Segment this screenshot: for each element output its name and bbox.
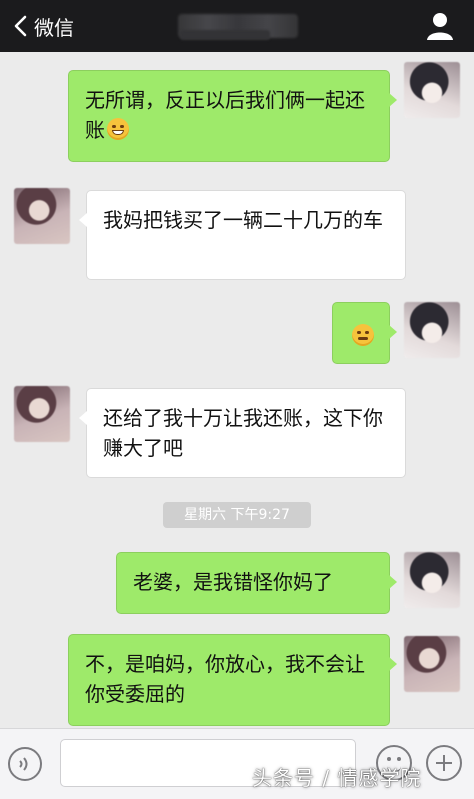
profile-icon [427,13,453,40]
message-text: 还给了我十万让我还账，这下你赚大了吧 [103,406,383,460]
angry-emoji-icon [352,324,374,346]
watermark: 头条号 / 情感学院 [252,766,422,790]
message-bubble[interactable]: 我妈把钱买了一辆二十几万的车 [79,190,406,280]
my-avatar[interactable] [404,302,460,358]
back-chevron-icon [14,15,27,37]
grin-emoji-icon [107,118,129,140]
voice-button[interactable] [8,747,42,781]
message-text: 我妈把钱买了一辆二十几万的车 [103,208,383,232]
my-avatar[interactable] [404,636,460,692]
back-button[interactable]: 微信 [12,8,74,44]
message-text: 不，是咱妈，你放心，我不会让你受委屈的 [85,652,365,706]
chat-subtitle-redacted [180,30,270,40]
message-bubble[interactable]: 还给了我十万让我还账，这下你赚大了吧 [79,388,406,478]
voice-icon [19,757,28,771]
message-bubble[interactable] [332,302,397,364]
message-bubble[interactable]: 无所谓，反正以后我们俩一起还账 [68,70,397,162]
my-avatar[interactable] [404,552,460,608]
chat-area[interactable]: 无所谓，反正以后我们俩一起还账 我妈把钱买了一辆二十几万的车 还给了我十万让我还… [0,52,474,728]
message-bubble[interactable]: 不，是咱妈，你放心，我不会让你受委屈的 [68,634,397,726]
message-bubble[interactable]: 老婆，是我错怪你妈了 [116,552,397,614]
back-label: 微信 [34,15,74,40]
profile-button[interactable] [424,10,456,42]
message-text: 老婆，是我错怪你妈了 [133,570,333,594]
my-avatar[interactable] [404,62,460,118]
timestamp: 星期六 下午9:27 [163,502,311,528]
top-navigation-bar: 微信 [0,0,474,52]
contact-avatar[interactable] [14,188,70,244]
more-button[interactable] [426,745,462,781]
contact-avatar[interactable] [14,386,70,442]
